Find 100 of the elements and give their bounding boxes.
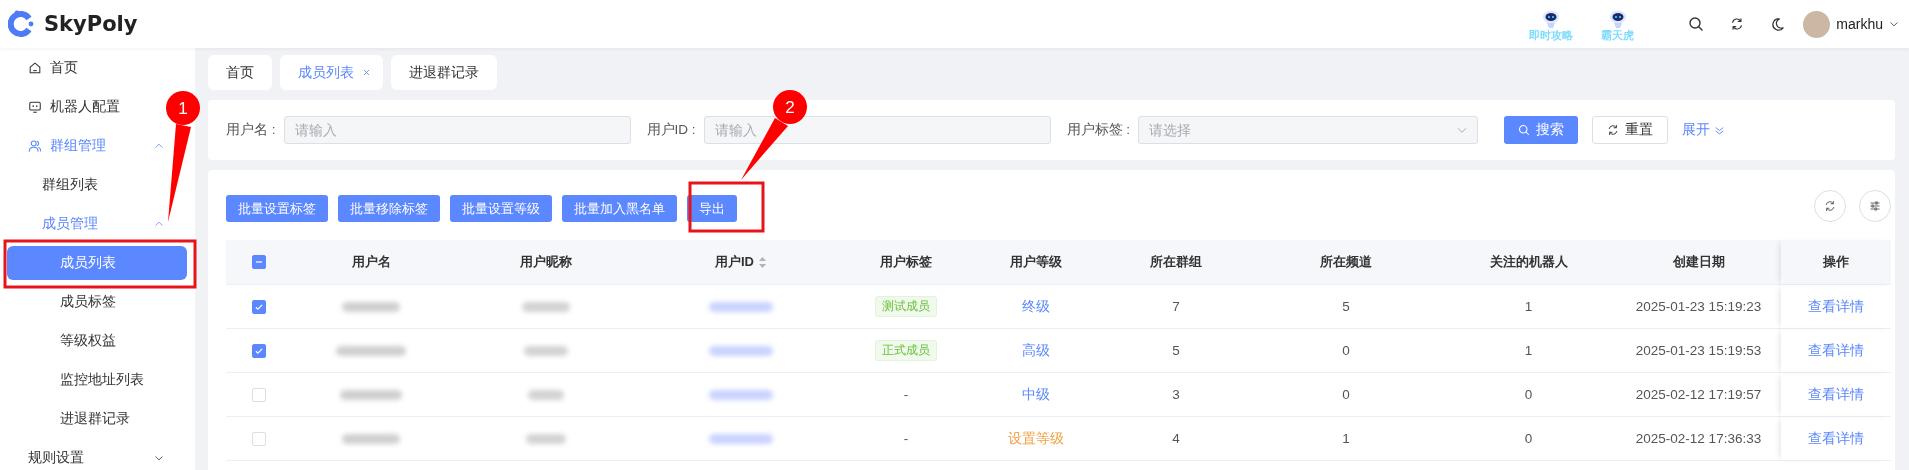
- field-label: 用户名 :: [226, 121, 276, 139]
- table-cell: 5: [1172, 343, 1180, 358]
- details-link[interactable]: 查看详情: [1808, 385, 1864, 404]
- table-cell: 0: [1342, 387, 1350, 402]
- table-cell: 1: [1524, 343, 1533, 358]
- sidebar-item[interactable]: 成员标签: [0, 282, 116, 321]
- sidebar-item[interactable]: 首页: [0, 48, 78, 87]
- user-avatar[interactable]: [1803, 10, 1831, 38]
- sidebar-item[interactable]: 机器人配置: [0, 87, 120, 126]
- toolbar-button[interactable]: 批量设置标签: [226, 195, 328, 222]
- home-icon: [28, 60, 42, 75]
- table-cell: -: [903, 387, 909, 402]
- details-link[interactable]: 查看详情: [1808, 341, 1864, 360]
- column-header: 用户昵称: [520, 253, 572, 271]
- column-header: 用户名: [351, 253, 391, 271]
- tab[interactable]: 首页: [208, 55, 272, 90]
- redacted-text: [709, 345, 773, 356]
- sidebar-item[interactable]: 群组管理: [0, 126, 166, 165]
- table-cell: 3: [1172, 387, 1180, 402]
- column-settings-button[interactable]: [1859, 190, 1891, 222]
- redacted-text: [524, 345, 568, 356]
- redacted-text: [342, 301, 400, 312]
- search-button[interactable]: 搜索: [1504, 116, 1578, 144]
- toolbar-button[interactable]: 批量移除标签: [338, 195, 440, 222]
- checkbox[interactable]: [251, 299, 266, 314]
- text-field[interactable]: 请输入: [703, 116, 1051, 144]
- table-cell: 1: [1342, 431, 1350, 446]
- tag-badge: 正式成员: [875, 340, 937, 361]
- toolbar-button[interactable]: 导出: [687, 195, 737, 222]
- table-cell: 0: [1524, 431, 1533, 446]
- level-link[interactable]: 设置等级: [1008, 429, 1064, 448]
- table-cell: 5: [1342, 299, 1350, 314]
- refresh-icon: [1824, 200, 1836, 212]
- table-cell: 4: [1172, 431, 1180, 446]
- refresh-button[interactable]: [1814, 190, 1846, 222]
- table-cell: 2025-01-23 15:19:53: [1635, 343, 1762, 358]
- column-header: 用户ID: [715, 253, 754, 271]
- column-header: 操作: [1823, 253, 1849, 271]
- table-cell: 7: [1172, 299, 1180, 314]
- sidebar-item[interactable]: 群组列表: [0, 165, 98, 204]
- robot-icon: [28, 99, 42, 114]
- column-header: 所在群组: [1150, 253, 1202, 271]
- level-link[interactable]: 终级: [1022, 297, 1050, 316]
- users-icon: [28, 138, 42, 153]
- search-icon: [1518, 124, 1530, 136]
- table-cell: 2025-01-23 15:19:23: [1635, 299, 1762, 314]
- redacted-text: [340, 389, 402, 400]
- close-icon[interactable]: [362, 68, 371, 77]
- checkbox[interactable]: [251, 255, 266, 269]
- sort-icon[interactable]: [758, 255, 767, 269]
- brand-name: SkyPoly: [44, 12, 138, 36]
- redacted-text: [336, 345, 406, 356]
- sidebar-item[interactable]: 规则设置: [0, 438, 166, 470]
- expand-link[interactable]: 展开: [1682, 121, 1725, 139]
- callout-badge: 1: [166, 91, 200, 125]
- callout-badge: 2: [773, 90, 807, 124]
- redacted-text: [522, 301, 570, 312]
- reset-button[interactable]: 重置: [1592, 116, 1668, 144]
- sidebar-item[interactable]: 等级权益: [0, 321, 116, 360]
- double-chevron-icon: [1714, 124, 1725, 136]
- sidebar-item[interactable]: 监控地址列表: [0, 360, 144, 399]
- select-field[interactable]: 请选择: [1138, 116, 1479, 144]
- sidebar-item[interactable]: 成员管理: [0, 204, 166, 243]
- tag-badge: 测试成员: [875, 296, 937, 317]
- column-header: 创建日期: [1672, 253, 1725, 271]
- column-header: 用户标签: [880, 253, 932, 271]
- checkbox[interactable]: [251, 343, 266, 358]
- redacted-text: [528, 389, 564, 400]
- refresh-icon: [1607, 124, 1619, 136]
- level-link[interactable]: 高级: [1022, 341, 1050, 360]
- redacted-text: [709, 301, 773, 312]
- toolbar-button[interactable]: 批量加入黑名单: [562, 195, 677, 222]
- table-cell: 2025-02-12 17:19:57: [1635, 387, 1762, 402]
- refresh-icon[interactable]: [1730, 17, 1745, 31]
- sidebar-item[interactable]: 进退群记录: [0, 399, 130, 438]
- redacted-text: [342, 433, 400, 444]
- tab[interactable]: 进退群记录: [391, 55, 497, 90]
- search-icon[interactable]: [1688, 16, 1705, 32]
- column-header: 用户等级: [1010, 253, 1062, 271]
- moon-icon[interactable]: [1770, 16, 1786, 32]
- table-cell: -: [903, 431, 909, 446]
- sidebar-item[interactable]: 成员列表: [7, 246, 187, 280]
- redacted-text: [709, 433, 773, 444]
- tab[interactable]: 成员列表: [280, 55, 383, 90]
- column-header: 关注的机器人: [1489, 253, 1568, 271]
- level-link[interactable]: 中级: [1022, 385, 1050, 404]
- toolbar-button[interactable]: 批量设置等级: [450, 195, 552, 222]
- redacted-text: [526, 433, 566, 444]
- caret-icon[interactable]: [1889, 19, 1899, 29]
- details-link[interactable]: 查看详情: [1808, 429, 1864, 448]
- table-cell: 0: [1524, 387, 1533, 402]
- table-cell: 2025-02-12 17:36:33: [1635, 431, 1762, 446]
- table-cell: 0: [1342, 343, 1350, 358]
- text-field[interactable]: 请输入: [283, 116, 631, 144]
- field-label: 用户标签 :: [1066, 121, 1131, 139]
- username[interactable]: markhu: [1836, 16, 1883, 32]
- redacted-text: [709, 389, 773, 400]
- column-header: 所在频道: [1320, 253, 1372, 271]
- table-cell: 1: [1524, 299, 1533, 314]
- details-link[interactable]: 查看详情: [1808, 297, 1864, 316]
